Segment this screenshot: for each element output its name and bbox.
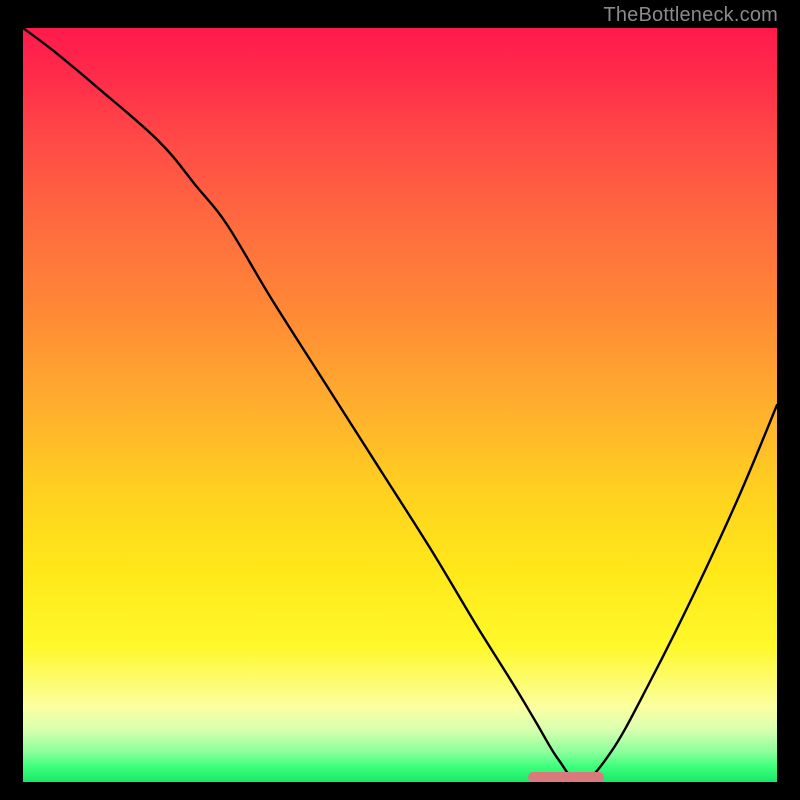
chart-frame: TheBottleneck.com	[0, 0, 800, 800]
plot-area	[23, 28, 777, 782]
optimal-marker	[528, 772, 603, 782]
watermark-text: TheBottleneck.com	[603, 4, 778, 27]
bottleneck-curve	[23, 28, 777, 782]
